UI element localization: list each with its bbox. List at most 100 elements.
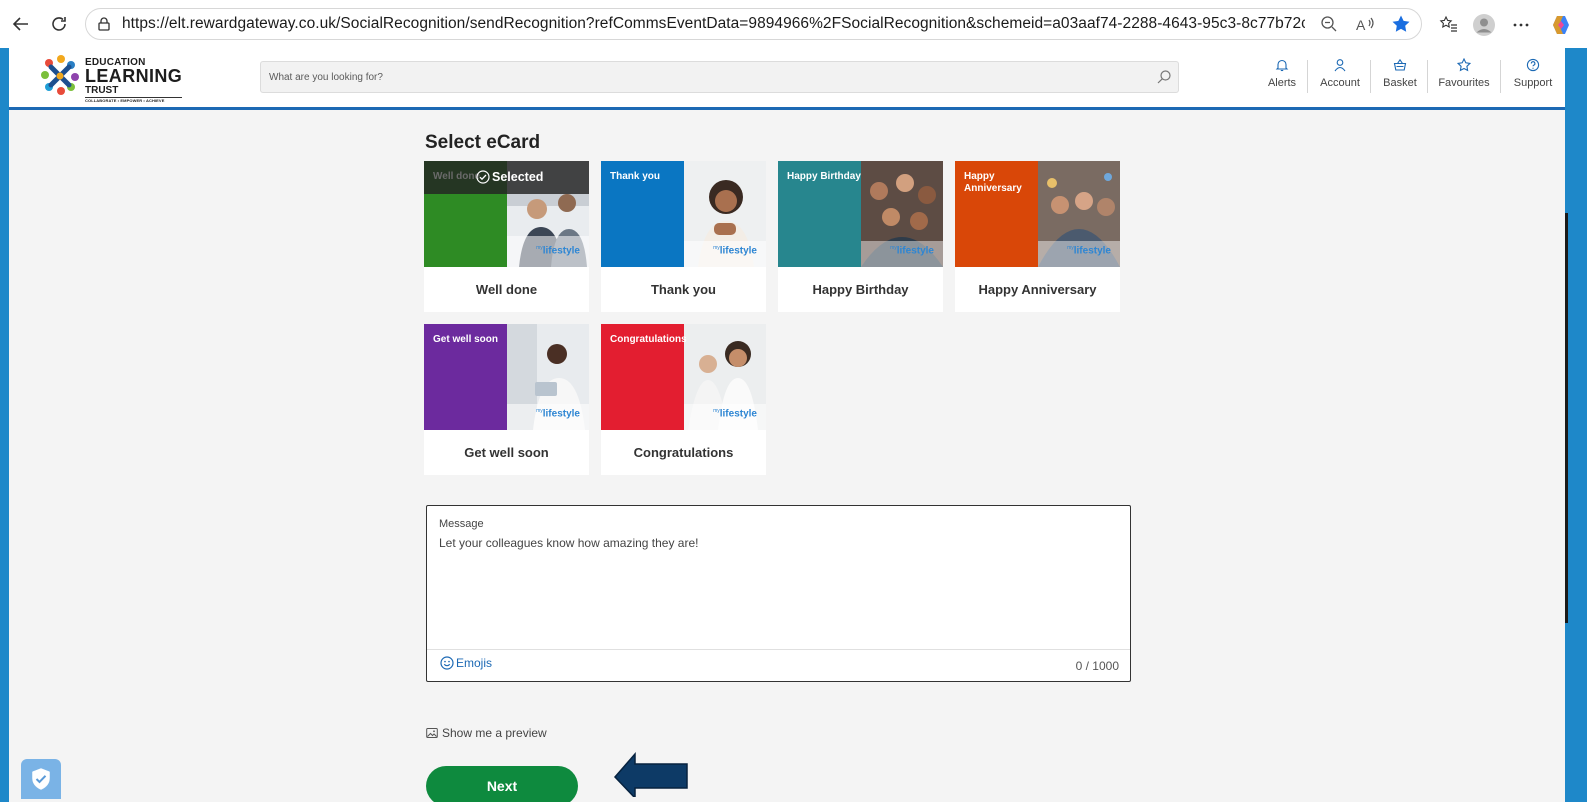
- mylifestyle-brand: mylifestyle: [536, 408, 580, 419]
- show-preview-label: Show me a preview: [442, 726, 547, 740]
- privacy-shield-badge[interactable]: [21, 759, 61, 799]
- outer-frame-strip: [1565, 48, 1587, 802]
- message-divider: [427, 649, 1130, 650]
- ecard-title: Thank you: [650, 282, 716, 297]
- help-icon: [1526, 58, 1540, 72]
- ecard-caption: Thank you: [610, 171, 661, 182]
- ecard-happy-birthday[interactable]: Happy Birthday mylifestyle Happy Birthda…: [778, 161, 943, 312]
- ecard-image: Well done Selected mylifestyle: [424, 161, 589, 267]
- mylifestyle-brand: mylifestyle: [713, 245, 757, 256]
- check-circle-icon: [476, 170, 490, 184]
- ecard-caption: Congratulations: [610, 334, 687, 345]
- ecard-title: Well done: [475, 282, 538, 297]
- show-preview-link[interactable]: Show me a preview: [426, 726, 547, 740]
- url-text[interactable]: https://elt.rewardgateway.co.uk/SocialRe…: [122, 15, 1305, 33]
- user-icon: [1334, 59, 1346, 72]
- nav-account[interactable]: Account: [1316, 58, 1364, 96]
- nav-divider: [1370, 60, 1371, 93]
- logo-line-3: TRUST: [85, 85, 119, 96]
- smiley-icon: [440, 656, 454, 670]
- ecard-image: Get well soon mylifestyle: [424, 324, 589, 430]
- search-input[interactable]: [269, 62, 1129, 92]
- mylifestyle-brand: mylifestyle: [536, 245, 580, 256]
- site-header: EDUCATION LEARNING TRUST COLLABORATE • E…: [9, 48, 1565, 110]
- favorites-list-icon[interactable]: [1436, 12, 1462, 38]
- star-icon: [1457, 58, 1471, 72]
- bell-icon: [1275, 59, 1289, 72]
- brand-prefix: my: [890, 245, 897, 251]
- ecard-caption: Get well soon: [433, 334, 499, 345]
- ecard-title: Happy Anniversary: [978, 282, 1097, 297]
- ecard-image: Congratulations mylifestyle: [601, 324, 766, 430]
- logo-wordmark: EDUCATION LEARNING TRUST COLLABORATE • E…: [85, 57, 183, 104]
- nav-basket[interactable]: Basket: [1378, 58, 1422, 96]
- education-learning-trust-logo[interactable]: EDUCATION LEARNING TRUST COLLABORATE • E…: [37, 53, 183, 103]
- annotation-arrow-icon: [613, 751, 688, 797]
- emojis-button[interactable]: Emojis: [440, 656, 492, 670]
- svg-text:A: A: [1356, 17, 1366, 33]
- selected-label: Selected: [492, 170, 544, 184]
- brand-name: lifestyle: [719, 245, 757, 257]
- logo-tagline: COLLABORATE • EMPOWER • ACHIEVE: [85, 97, 183, 104]
- logo-line-2: LEARNING: [85, 66, 183, 86]
- brand-name: lifestyle: [719, 408, 757, 420]
- nav-divider: [1427, 60, 1428, 93]
- ecard-happy-anniversary[interactable]: Happy Anniversary mylifestyle Happy Anni…: [955, 161, 1120, 312]
- brand-name: lifestyle: [542, 408, 580, 420]
- reload-icon[interactable]: [47, 12, 71, 36]
- brand-prefix: my: [536, 408, 543, 414]
- message-textarea[interactable]: [439, 536, 1119, 636]
- profile-avatar-icon[interactable]: [1471, 12, 1497, 38]
- read-aloud-icon[interactable]: A: [1355, 14, 1375, 34]
- char-counter: 0 / 1000: [1075, 659, 1119, 673]
- nav-basket-label: Basket: [1383, 77, 1417, 89]
- next-button[interactable]: Next: [426, 766, 578, 802]
- nav-divider: [1500, 60, 1501, 93]
- nav-divider: [1307, 60, 1308, 93]
- ecard-well-done[interactable]: Well done Selected mylifestyle Well done: [424, 161, 589, 312]
- site-search: [260, 61, 1179, 93]
- ecard-image: Happy Birthday mylifestyle: [778, 161, 943, 267]
- emojis-label: Emojis: [456, 656, 493, 670]
- ecard-caption: Happy Birthday: [787, 171, 861, 182]
- nav-support-label: Support: [1513, 77, 1553, 89]
- scrollbar[interactable]: [1565, 213, 1568, 623]
- ecard-thank-you[interactable]: Thank you mylifestyle Thank you: [601, 161, 766, 312]
- back-arrow-icon[interactable]: [9, 12, 33, 36]
- selected-badge: Selected: [476, 170, 543, 184]
- lock-icon[interactable]: [96, 16, 112, 32]
- ecard-title: Happy Birthday: [812, 282, 909, 297]
- ecard-title: Get well soon: [464, 445, 549, 460]
- brand-prefix: my: [536, 245, 543, 251]
- message-box: Message Emojis 0 / 1000: [426, 505, 1131, 682]
- nav-support[interactable]: Support: [1509, 58, 1557, 96]
- ecard-caption: Happy Anniversary: [964, 171, 1022, 194]
- brand-name: lifestyle: [1073, 245, 1111, 257]
- mylifestyle-brand: mylifestyle: [1067, 245, 1111, 256]
- ecard-get-well-soon[interactable]: Get well soon mylifestyle Get well soon: [424, 324, 589, 475]
- brand-prefix: my: [1067, 245, 1074, 251]
- favorite-star-icon[interactable]: [1391, 14, 1411, 34]
- zoom-out-icon[interactable]: [1319, 14, 1339, 34]
- search-icon[interactable]: [1156, 69, 1172, 85]
- mylifestyle-brand: mylifestyle: [713, 408, 757, 419]
- basket-icon: [1393, 58, 1407, 71]
- nav-alerts-label: Alerts: [1267, 77, 1297, 89]
- nav-alerts[interactable]: Alerts: [1260, 58, 1304, 96]
- brand-prefix: my: [713, 408, 720, 414]
- brand-prefix: my: [713, 245, 720, 251]
- message-label: Message: [439, 518, 484, 530]
- ecard-title: Congratulations: [633, 445, 734, 460]
- ecard-congratulations[interactable]: Congratulations mylifestyle Congratulati…: [601, 324, 766, 475]
- copilot-icon[interactable]: [1548, 12, 1574, 38]
- site-viewport: EDUCATION LEARNING TRUST COLLABORATE • E…: [9, 48, 1565, 802]
- nav-account-label: Account: [1320, 77, 1360, 89]
- browser-toolbar: https://elt.rewardgateway.co.uk/SocialRe…: [0, 0, 1587, 48]
- nav-favourites[interactable]: Favourites: [1435, 58, 1493, 96]
- address-bar[interactable]: https://elt.rewardgateway.co.uk/SocialRe…: [85, 8, 1422, 40]
- section-title: Select eCard: [425, 132, 541, 153]
- logo-emblem-icon: [41, 55, 79, 95]
- image-icon: [426, 728, 438, 738]
- more-options-icon[interactable]: [1508, 12, 1534, 38]
- nav-favourites-label: Favourites: [1438, 77, 1490, 89]
